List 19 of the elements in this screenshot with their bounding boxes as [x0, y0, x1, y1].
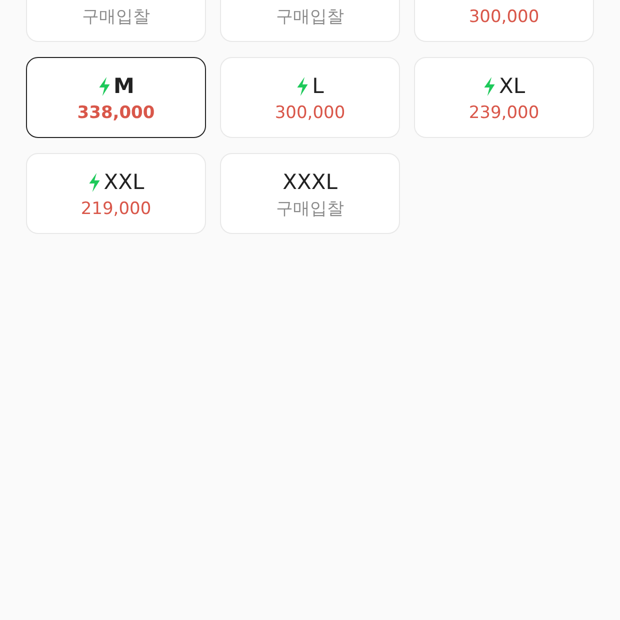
size-option[interactable]: XXXL 구매입찰 — [220, 153, 400, 234]
price-label: 300,000 — [274, 102, 346, 124]
price-label: 구매입찰 — [276, 198, 344, 220]
size-option[interactable]: L 300,000 — [220, 57, 400, 138]
price-label: 338,000 — [77, 102, 155, 124]
size-label: M — [114, 74, 134, 98]
price-label: 구매입찰 — [276, 6, 344, 28]
size-label: XXL — [104, 170, 144, 194]
size-option[interactable]: 300,000 — [414, 0, 594, 42]
price-label: 239,000 — [468, 102, 540, 124]
size-label: XXXL — [282, 170, 338, 194]
price-label: 219,000 — [80, 198, 152, 220]
size-label: L — [312, 74, 324, 98]
size-label: XL — [498, 74, 526, 98]
size-option[interactable]: XL 239,000 — [414, 57, 594, 138]
price-label: 300,000 — [468, 6, 540, 28]
price-label: 구매입찰 — [82, 6, 150, 28]
size-option[interactable]: XXL 219,000 — [26, 153, 206, 234]
size-option[interactable]: M 338,000 — [26, 57, 206, 138]
